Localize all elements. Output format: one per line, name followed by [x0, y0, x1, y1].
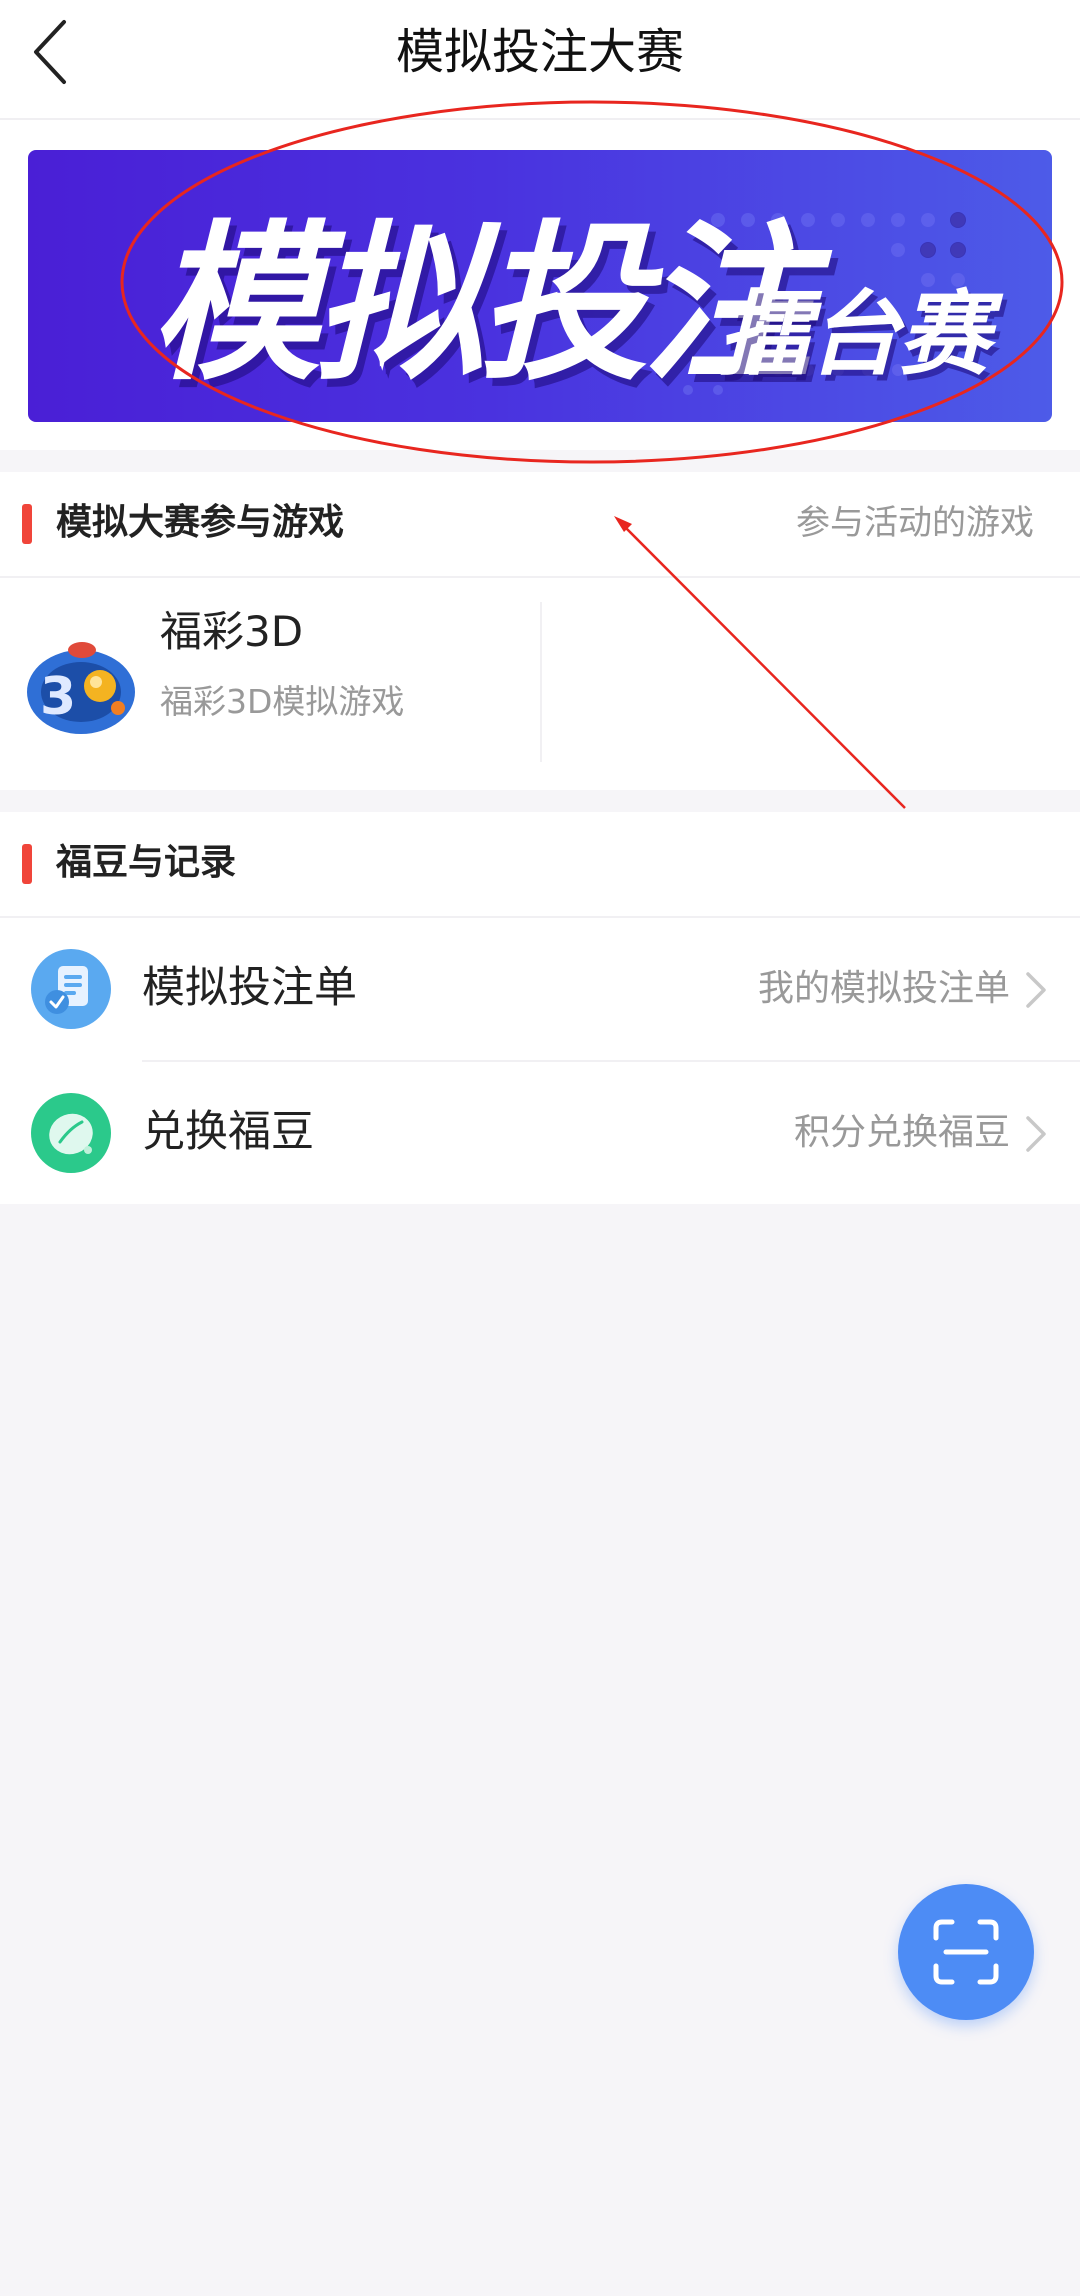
chevron-right-icon [1026, 972, 1046, 1008]
chevron-right-icon [1026, 1116, 1046, 1152]
row-bet-slip[interactable]: 模拟投注单 我的模拟投注单 [0, 918, 1080, 1060]
banner-main-text: 模拟投注 [150, 206, 812, 404]
game-grid-divider [540, 602, 542, 762]
games-section: 模拟大赛参与游戏 参与活动的游戏 3 福彩3D 福彩3D模拟游戏 [0, 472, 1080, 790]
banner-sub-text: 擂台赛 [718, 281, 990, 388]
records-section-title: 福豆与记录 [56, 842, 237, 883]
bean-icon [31, 1093, 111, 1173]
row-label: 模拟投注单 [142, 963, 357, 1013]
section-accent-bar [22, 844, 32, 884]
page-title: 模拟投注大赛 [395, 24, 684, 80]
records-section-header: 福豆与记录 [0, 812, 1080, 918]
svg-text:3: 3 [40, 667, 76, 727]
document-check-icon [31, 949, 111, 1029]
fucai-3d-icon: 3 [27, 642, 135, 734]
banner-section: 模拟投注 擂台赛 [0, 120, 1080, 450]
nav-bar: 模拟投注大赛 [0, 0, 1080, 120]
banner-image[interactable]: 模拟投注 擂台赛 [28, 150, 1052, 422]
records-section: 福豆与记录 模拟投注单 我的模拟投注单 兑换福豆 积分兑换福豆 [0, 812, 1080, 1204]
row-description: 积分兑换福豆 [793, 1112, 1010, 1153]
games-section-header: 模拟大赛参与游戏 参与活动的游戏 [0, 472, 1080, 578]
section-accent-bar [22, 504, 32, 544]
games-section-subtitle: 参与活动的游戏 [796, 503, 1034, 543]
scan-icon [933, 1919, 999, 1985]
game-name: 福彩3D [160, 607, 304, 656]
game-item-fucai-3d[interactable]: 3 福彩3D 福彩3D模拟游戏 [0, 578, 540, 768]
scan-button[interactable] [898, 1884, 1034, 2020]
row-exchange-beans[interactable]: 兑换福豆 积分兑换福豆 [0, 1062, 1080, 1204]
games-section-title: 模拟大赛参与游戏 [56, 502, 345, 543]
row-description: 我的模拟投注单 [757, 968, 1010, 1009]
row-label: 兑换福豆 [142, 1107, 314, 1157]
game-description: 福彩3D模拟游戏 [160, 682, 405, 721]
